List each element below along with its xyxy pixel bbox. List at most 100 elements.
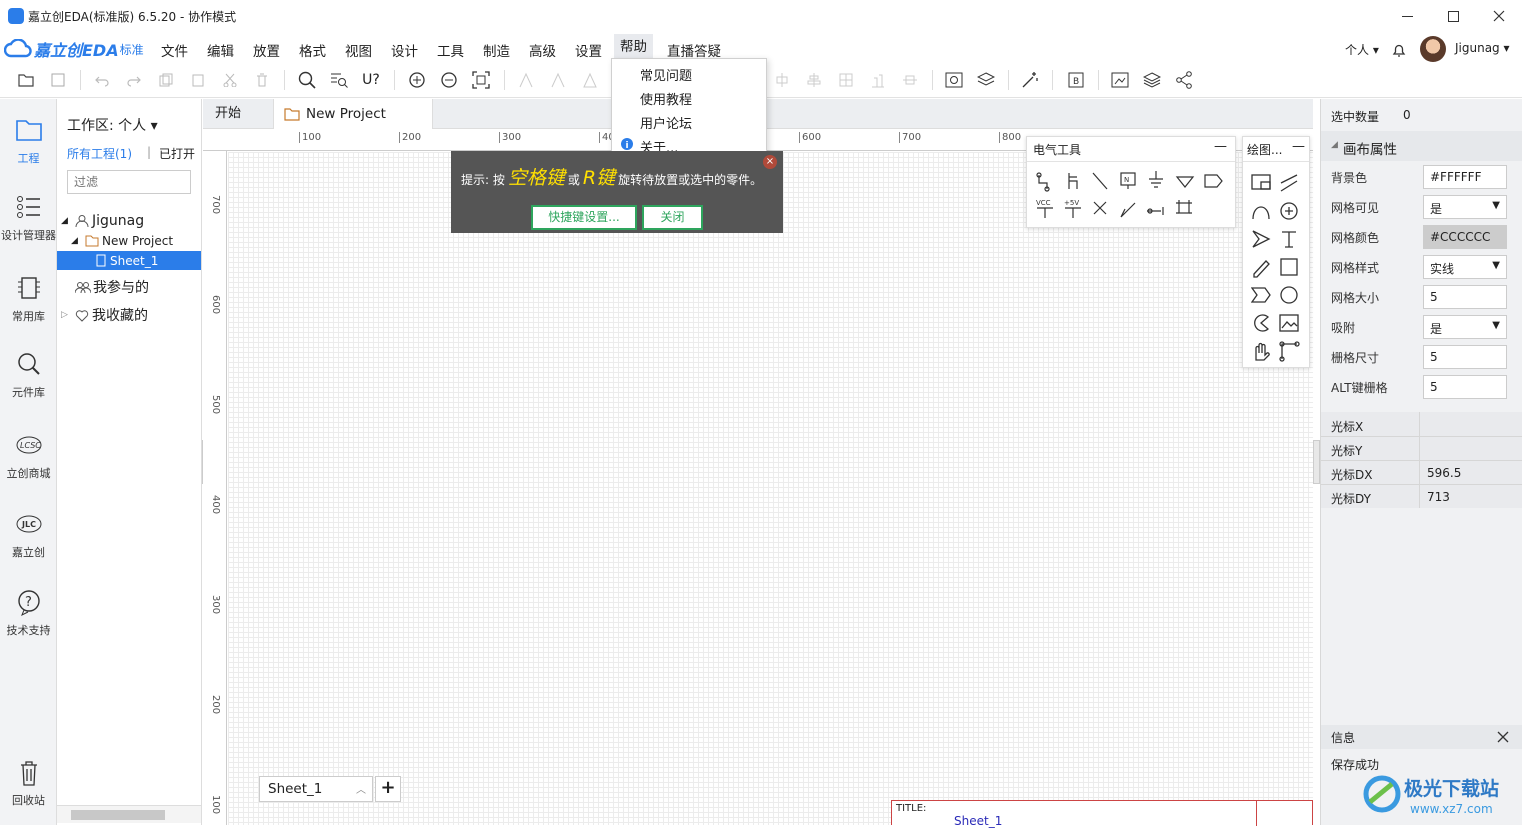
align-bottom-icon[interactable] [866, 68, 890, 92]
grid-color-field[interactable]: #CCCCCC [1423, 225, 1507, 249]
add-sheet-button[interactable]: + [375, 776, 401, 802]
sheet-tab[interactable]: Sheet_1 ︿ [259, 776, 373, 802]
align-middle-icon[interactable] [898, 68, 922, 92]
bom-icon[interactable]: B [1064, 68, 1088, 92]
menu-live-qa[interactable]: 直播答疑 [666, 40, 722, 60]
minimize-button[interactable] [1384, 0, 1430, 32]
schematic-canvas[interactable] [228, 152, 1313, 825]
hand-icon [1255, 342, 1270, 361]
filter-input[interactable] [67, 170, 191, 194]
redo-icon[interactable] [122, 68, 146, 92]
right-collapse-handle[interactable] [1313, 440, 1320, 484]
undo-icon[interactable] [90, 68, 114, 92]
rail-project[interactable]: 工程 [0, 117, 57, 166]
collapse-arrow-icon[interactable]: ▷ [61, 310, 75, 320]
expand-arrow-icon[interactable]: ◢ [71, 236, 85, 246]
tree-project[interactable]: ◢ New Project [71, 234, 173, 248]
tab-new-project[interactable]: New Project [273, 99, 433, 129]
minimize-panel-icon[interactable]: — [1292, 139, 1305, 154]
menu-help[interactable]: 帮助 [614, 34, 653, 60]
tip-close-button[interactable]: 关闭 [642, 205, 703, 230]
distribute-icon[interactable] [770, 68, 794, 92]
fit-view-icon[interactable] [469, 68, 493, 92]
rail-common-lib[interactable]: 常用库 [0, 275, 57, 324]
menu-manufacture[interactable]: 制造 [482, 40, 511, 60]
avatar[interactable] [1420, 36, 1446, 62]
menu-item-tutorial[interactable]: 使用教程 [640, 89, 692, 108]
rail-recycle-bin[interactable]: 回收站 [0, 759, 57, 808]
menu-edit[interactable]: 编辑 [206, 40, 235, 60]
rail-lcsc-mall[interactable]: LCSC 立创商城 [0, 432, 57, 481]
horizontal-scrollbar[interactable] [57, 805, 201, 823]
rail-component-lib[interactable]: 元件库 [0, 351, 57, 400]
minimize-panel-icon[interactable]: — [1214, 139, 1227, 154]
alt-snap-field[interactable]: 5 [1423, 375, 1507, 399]
menu-place[interactable]: 放置 [252, 40, 281, 60]
bg-color-field[interactable]: #FFFFFF [1423, 165, 1507, 189]
menu-advanced[interactable]: 高级 [528, 40, 557, 60]
chevron-up-icon[interactable]: ︿ [356, 781, 366, 796]
tree-joined[interactable]: 我参与的 [75, 277, 149, 297]
image-export-icon[interactable] [942, 68, 966, 92]
paste-icon[interactable] [186, 68, 210, 92]
layers-up-icon[interactable] [974, 68, 998, 92]
scrollbar-thumb[interactable] [71, 810, 165, 820]
delete-icon[interactable] [250, 68, 274, 92]
menu-settings[interactable]: 设置 [574, 40, 603, 60]
expand-arrow-icon[interactable]: ◢ [61, 216, 75, 226]
search-icon[interactable] [295, 68, 319, 92]
menu-file[interactable]: 文件 [160, 40, 189, 60]
layers-icon[interactable] [1140, 68, 1164, 92]
info-header: 信息 [1321, 725, 1522, 749]
share-icon[interactable] [1172, 68, 1196, 92]
snap-select[interactable]: 是 [1423, 315, 1507, 339]
rail-jlc[interactable]: JLC 嘉立创 [0, 511, 57, 560]
grid-size-field[interactable]: 5 [1423, 285, 1507, 309]
find-list-icon[interactable] [327, 68, 351, 92]
canvas-props-header[interactable]: ◢ 画布属性 [1321, 131, 1522, 161]
user-dropdown[interactable]: Jigunag ▾ [1455, 41, 1510, 55]
zoom-out-icon[interactable] [437, 68, 461, 92]
workspace-selector[interactable]: 工作区: 个人 ▾ [67, 115, 158, 135]
close-button[interactable] [1476, 0, 1522, 32]
convert-pcb-icon[interactable] [1108, 68, 1132, 92]
zoom-in-icon[interactable] [405, 68, 429, 92]
menu-tools[interactable]: 工具 [436, 40, 465, 60]
menu-item-forum[interactable]: 用户论坛 [640, 113, 692, 132]
tree-favorites[interactable]: ▷ 我收藏的 [61, 305, 148, 325]
tree-user[interactable]: ◢ Jigunag [61, 213, 144, 229]
bell-icon[interactable] [1390, 41, 1408, 59]
menu-design[interactable]: 设计 [390, 40, 419, 60]
tab-all-projects[interactable]: 所有工程(1) [67, 145, 132, 162]
menu-item-faq[interactable]: 常见问题 [640, 65, 692, 84]
maximize-button[interactable] [1430, 0, 1476, 32]
watermark-logo-icon [1363, 775, 1401, 813]
menu-format[interactable]: 格式 [298, 40, 327, 60]
grid-align-icon[interactable] [834, 68, 858, 92]
align-left-icon[interactable] [514, 68, 538, 92]
grid-style-select[interactable]: 实线 [1423, 255, 1507, 279]
tree-sheet[interactable]: Sheet_1 [57, 251, 201, 270]
save-icon[interactable] [46, 68, 70, 92]
tip-close-icon[interactable]: × [763, 155, 777, 169]
rail-support[interactable]: ? 技术支持 [0, 589, 57, 638]
grid-visible-select[interactable]: 是 [1423, 195, 1507, 219]
cut-icon[interactable] [218, 68, 242, 92]
flip-icon[interactable] [578, 68, 602, 92]
close-icon[interactable] [1497, 731, 1509, 743]
tree-project-label: New Project [102, 234, 174, 248]
menu-view[interactable]: 视图 [344, 40, 373, 60]
shortcut-settings-button[interactable]: 快捷键设置... [531, 205, 637, 230]
annotate-icon[interactable]: U? [359, 68, 383, 92]
open-folder-icon[interactable] [14, 68, 38, 92]
snap-size-field[interactable]: 5 [1423, 345, 1507, 369]
align-center-icon[interactable] [802, 68, 826, 92]
rail-design-manager[interactable]: 设计管理器 [0, 194, 57, 243]
magic-wand-icon[interactable] [1018, 68, 1042, 92]
align-right-icon[interactable] [546, 68, 570, 92]
svg-text:B: B [1073, 77, 1079, 87]
copy-icon[interactable] [154, 68, 178, 92]
tab-start[interactable]: 开始 [203, 99, 273, 129]
tab-opened[interactable]: 已打开 [159, 145, 202, 162]
personal-dropdown[interactable]: 个人 ▾ [1345, 41, 1379, 58]
